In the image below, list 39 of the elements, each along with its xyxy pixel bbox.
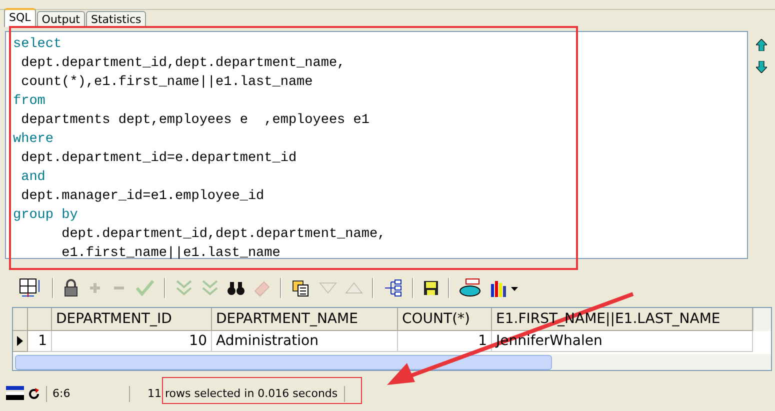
horizontal-scrollbar[interactable] [13, 354, 771, 370]
code-line: count(*),e1.first_name||e1.last_name [20, 74, 314, 92]
bar-chart-icon[interactable] [489, 278, 519, 298]
arrow-down-icon[interactable] [756, 61, 767, 73]
code-line: dept.department_id,dept.department_name, [60, 226, 387, 244]
editor-tab[interactable]: Statistics [86, 11, 146, 27]
code-line: e1.first_name||e1.last_name [60, 245, 282, 263]
refresh-icon[interactable] [28, 388, 40, 400]
code-line: dept.department_id,dept.department_name, [20, 55, 346, 73]
column-header[interactable]: DEPARTMENT_ID [52, 308, 212, 331]
arrow-up-icon[interactable] [756, 39, 767, 51]
binoculars-icon[interactable] [227, 280, 245, 296]
cursor-position: 6:6 [46, 386, 130, 402]
table-cell: 10 [52, 331, 212, 352]
code-line: from [12, 93, 46, 111]
code-line: and [20, 169, 46, 187]
column-header[interactable]: COUNT(*) [398, 308, 492, 331]
current-row-icon [17, 336, 23, 346]
row-number-header [28, 308, 52, 331]
document-icon[interactable] [291, 279, 311, 297]
lock-icon[interactable] [63, 279, 79, 297]
tree-diagram-icon[interactable] [383, 279, 403, 297]
code-line: where [12, 131, 55, 149]
code-line: dept.department_id=e.department_id [20, 150, 298, 168]
sql-editor[interactable] [5, 31, 748, 259]
editor-tab[interactable]: SQL [4, 8, 36, 27]
save-icon[interactable] [423, 280, 439, 296]
code-line: group by [12, 207, 79, 225]
editor-tab[interactable]: Output [36, 11, 85, 27]
status-message: 11 rows selected in 0.016 seconds [130, 386, 345, 402]
column-header[interactable]: DEPARTMENT_NAME [212, 308, 398, 331]
table-cell: 1 [398, 331, 492, 352]
status-indicator-icon [6, 386, 24, 400]
code-line: dept.manager_id=e1.employee_id [20, 188, 266, 206]
code-line: departments dept,employees e ,employees e1 [20, 112, 370, 130]
code-line: select [12, 36, 63, 54]
vertical-scrollbar[interactable] [753, 308, 771, 331]
table-cell: Administration [212, 331, 398, 352]
row-number: 1 [28, 331, 52, 352]
